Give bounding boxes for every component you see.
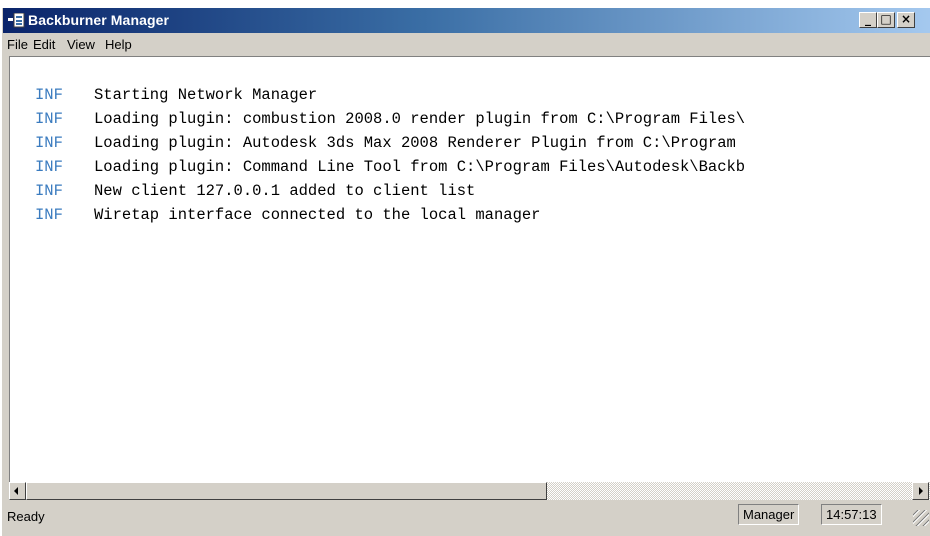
app-icon — [8, 13, 25, 28]
log-message: Starting Network Manager — [94, 86, 318, 104]
log-message: Wiretap interface connected to the local… — [94, 206, 541, 224]
horizontal-scrollbar[interactable] — [9, 482, 930, 500]
scroll-right-button[interactable] — [912, 482, 929, 500]
minimize-button[interactable]: _ — [859, 12, 877, 28]
log-message: New client 127.0.0.1 added to client lis… — [94, 182, 476, 200]
title-bar[interactable]: Backburner Manager _ □ × — [3, 8, 930, 33]
scroll-left-button[interactable] — [9, 482, 26, 500]
status-text: Ready — [7, 509, 45, 524]
log-level: INF — [35, 206, 63, 224]
status-mode: Manager — [738, 504, 800, 525]
status-bar: Ready Manager 14:57:13 — [3, 502, 930, 536]
menu-view[interactable]: View — [67, 37, 95, 52]
scroll-left-icon — [14, 487, 18, 495]
close-button[interactable]: × — [897, 12, 915, 28]
log-level: INF — [35, 182, 63, 200]
log-level: INF — [35, 110, 63, 128]
log-level: INF — [35, 134, 63, 152]
log-message: Loading plugin: Autodesk 3ds Max 2008 Re… — [94, 134, 736, 152]
scroll-thumb[interactable] — [26, 482, 547, 500]
app-window: Backburner Manager _ □ × File Edit View … — [2, 8, 930, 536]
menu-help[interactable]: Help — [105, 37, 132, 52]
window-title: Backburner Manager — [28, 12, 170, 28]
scroll-right-icon — [919, 487, 923, 495]
menu-file[interactable]: File — [7, 37, 28, 52]
status-time: 14:57:13 — [821, 504, 882, 525]
log-level: INF — [35, 86, 63, 104]
log-view[interactable]: INF Starting Network Manager INF Loading… — [9, 56, 930, 482]
log-message: Loading plugin: combustion 2008.0 render… — [94, 110, 746, 128]
resize-grip-icon[interactable] — [913, 510, 929, 526]
menu-edit[interactable]: Edit — [33, 37, 55, 52]
maximize-button[interactable]: □ — [877, 12, 895, 28]
menu-bar: File Edit View Help — [3, 33, 930, 55]
log-message: Loading plugin: Command Line Tool from C… — [94, 158, 746, 176]
log-level: INF — [35, 158, 63, 176]
